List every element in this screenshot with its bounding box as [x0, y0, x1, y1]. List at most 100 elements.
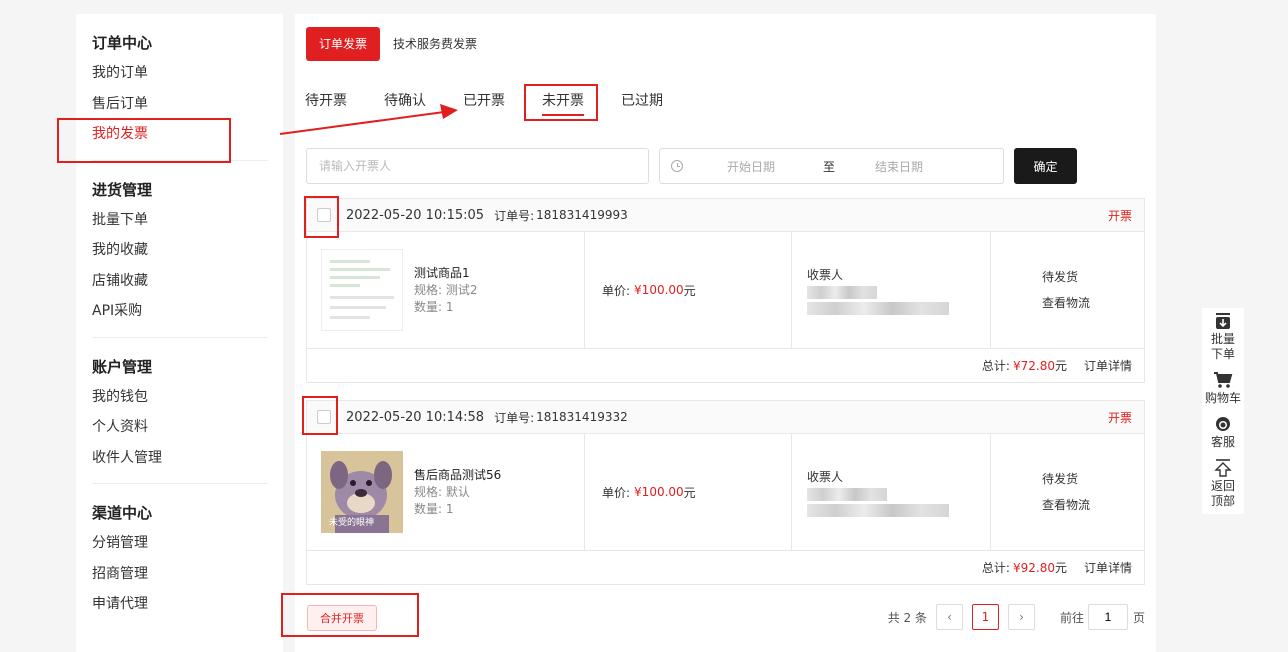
sidebar-item-merchant[interactable]: 招商管理 [92, 559, 268, 590]
tab-service-fee-invoice[interactable]: 技术服务费发票 [380, 27, 490, 61]
tab-expired[interactable]: 已过期 [621, 92, 663, 118]
sidebar-item-recipients[interactable]: 收件人管理 [92, 443, 268, 474]
sidebar-item-bulk-order[interactable]: 批量下单 [92, 205, 268, 236]
product-thumbnail[interactable]: 未受的眼神 [321, 451, 403, 533]
bulk-order-shortcut[interactable]: 批量下单 [1202, 308, 1244, 367]
sidebar-group-purchase: 进货管理 批量下单 我的收藏 店铺收藏 API采购 [92, 175, 268, 338]
blurred-receiver-info [807, 488, 887, 501]
tab-order-invoice[interactable]: 订单发票 [306, 27, 381, 61]
end-date[interactable]: 结束日期 [875, 158, 923, 175]
service-label: 客服 [1210, 435, 1235, 449]
goto-page-input[interactable] [1087, 604, 1128, 630]
order-body: 未受的眼神 售后商品测试56 规格: 默认 数量: 1 单价: ¥100.00 … [307, 434, 1144, 551]
order-no-label: 订单号: [494, 208, 535, 223]
sidebar-item-store-favorites[interactable]: 店铺收藏 [92, 266, 268, 297]
cart-shortcut[interactable]: 购物车 [1202, 367, 1244, 411]
order-status: 待发货 [1042, 270, 1079, 284]
price-label: 单价: [602, 485, 631, 500]
order-detail-link[interactable]: 订单详情 [1084, 559, 1132, 576]
blurred-receiver-info [807, 286, 877, 299]
headset-icon [1216, 417, 1230, 431]
annotation-box-merge-invoice [281, 593, 419, 637]
customer-service-shortcut[interactable]: 客服 [1202, 411, 1244, 455]
sidebar-item-after-sales[interactable]: 售后订单 [92, 89, 268, 120]
price-unit: 元 [683, 283, 696, 298]
invoice-link[interactable]: 开票 [1108, 207, 1132, 224]
sidebar-item-distribution[interactable]: 分销管理 [92, 528, 268, 559]
status-tabs: 待开票 待确认 已开票 未开票 已过期 [305, 92, 700, 118]
sidebar-item-profile[interactable]: 个人资料 [92, 412, 268, 443]
sidebar-title: 渠道中心 [92, 504, 153, 522]
unit-price: ¥100.00 [634, 485, 684, 499]
annotation-box-my-invoices [57, 118, 231, 163]
order-time: 2022-05-20 10:15:05 [346, 207, 485, 223]
tab-invoiced[interactable]: 已开票 [463, 92, 505, 118]
cart-label: 购物车 [1204, 391, 1241, 405]
order-status: 待发货 [1042, 472, 1079, 486]
total-unit: 元 [1054, 561, 1067, 575]
sidebar-item-api-purchase[interactable]: API采购 [92, 296, 268, 327]
sidebar-item-favorites[interactable]: 我的收藏 [92, 235, 268, 266]
sidebar-title: 账户管理 [92, 357, 153, 376]
view-logistics-link[interactable]: 查看物流 [1042, 492, 1144, 518]
prev-page-button[interactable]: ‹ [935, 604, 963, 630]
sidebar-group-account: 账户管理 我的钱包 个人资料 收件人管理 [92, 352, 268, 484]
confirm-button[interactable]: 确定 [1014, 148, 1077, 184]
sidebar-title: 订单中心 [92, 34, 153, 52]
product-name[interactable]: 测试商品1 [414, 265, 478, 282]
order-card: 2022-05-20 10:15:05 订单号: 181831419993 开票… [306, 198, 1145, 383]
floating-toolbar: 批量下单 购物车 客服 返回顶部 [1202, 308, 1244, 514]
date-range-picker[interactable]: 开始日期 至 结束日期 [659, 148, 1004, 184]
order-card: 2022-05-20 10:14:58 订单号: 181831419332 开票 [306, 400, 1145, 585]
invoice-link[interactable]: 开票 [1108, 409, 1132, 426]
view-logistics-link[interactable]: 查看物流 [1042, 290, 1144, 316]
product-qty: 数量: 1 [414, 501, 454, 516]
total-label: 总计: [981, 561, 1010, 575]
product-name[interactable]: 售后商品测试56 [414, 467, 501, 484]
product-cell: 未受的眼神 售后商品测试56 规格: 默认 数量: 1 [307, 434, 585, 550]
page-suffix: 页 [1132, 610, 1145, 625]
clock-icon [671, 160, 683, 172]
unit-price: ¥100.00 [634, 283, 684, 297]
tab-pending-invoice[interactable]: 待开票 [305, 92, 347, 118]
cart-icon [1214, 372, 1233, 388]
total-amount: ¥92.80 [1012, 560, 1055, 575]
receiver-cell: 收票人 [792, 434, 991, 550]
order-time: 2022-05-20 10:14:58 [346, 409, 485, 425]
order-header: 2022-05-20 10:15:05 订单号: 181831419993 开票 [307, 199, 1144, 232]
main-panel: 订单发票 技术服务费发票 待开票 待确认 已开票 未开票 已过期 开始日期 至 … [295, 14, 1156, 652]
invoicer-search-input[interactable] [306, 148, 649, 184]
total-amount: ¥72.80 [1012, 358, 1055, 373]
download-box-icon [1216, 313, 1230, 329]
total-count: 共 2 条 [887, 610, 927, 625]
sidebar-item-apply-agent[interactable]: 申请代理 [92, 589, 268, 620]
goto-label: 前往 [1059, 610, 1084, 625]
total-unit: 元 [1054, 359, 1067, 373]
page-number[interactable]: 1 [971, 604, 999, 630]
total-label: 总计: [981, 359, 1010, 373]
price-unit: 元 [683, 485, 696, 500]
annotation-box-not-invoiced-tab [524, 84, 598, 121]
back-top-label: 返回顶部 [1210, 479, 1235, 508]
start-date[interactable]: 开始日期 [727, 158, 793, 175]
filter-bar: 开始日期 至 结束日期 确定 [306, 148, 1077, 184]
sidebar-item-my-orders[interactable]: 我的订单 [92, 58, 268, 89]
price-cell: 单价: ¥100.00 元 [585, 434, 792, 550]
product-spec: 规格: 默认 [414, 484, 470, 499]
price-label: 单价: [602, 283, 631, 298]
tab-pending-confirm[interactable]: 待确认 [384, 92, 426, 118]
product-thumbnail[interactable] [321, 249, 403, 331]
order-body: 测试商品1 规格: 测试2 数量: 1 单价: ¥100.00 元 收票人 待发… [307, 232, 1144, 349]
sidebar: 订单中心 我的订单 售后订单 我的发票 进货管理 批量下单 我的收藏 店铺收藏 … [76, 14, 283, 652]
status-cell: 待发货 查看物流 [991, 232, 1144, 348]
blurred-receiver-info [807, 504, 949, 517]
order-detail-link[interactable]: 订单详情 [1084, 357, 1132, 374]
invoice-type-tabs: 订单发票 技术服务费发票 [306, 27, 490, 61]
next-page-button[interactable]: › [1007, 604, 1035, 630]
status-cell: 待发货 查看物流 [991, 434, 1144, 550]
bulk-order-label: 批量下单 [1210, 332, 1235, 361]
sidebar-item-wallet[interactable]: 我的钱包 [92, 382, 268, 413]
back-to-top-button[interactable]: 返回顶部 [1202, 455, 1244, 514]
thumbnail-caption: 未受的眼神 [329, 518, 375, 528]
annotation-box-checkbox-1 [304, 196, 339, 238]
